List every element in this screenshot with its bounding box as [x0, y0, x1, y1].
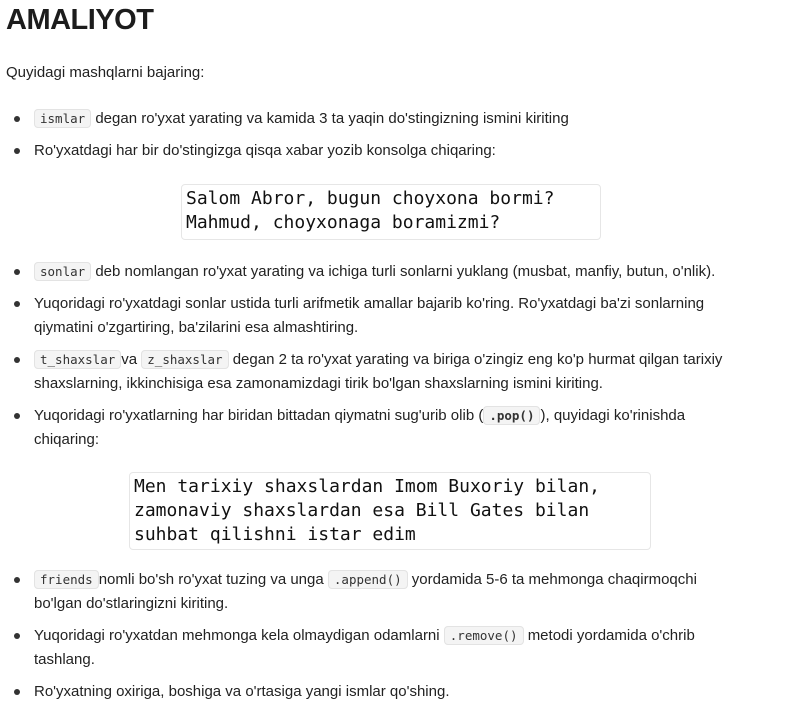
code-line: suhbat qilishni istar edim	[134, 524, 416, 545]
item-text: va	[121, 351, 138, 368]
item-text: Ro'yxatdagi har bir do'stingizga qisqa x…	[34, 142, 496, 159]
item-text: degan 2 ta ro'yxat yarating va biriga o'…	[232, 351, 723, 368]
inline-code: z_shaxslar	[141, 350, 229, 369]
inline-code: friends	[34, 570, 99, 589]
exercise-page: AMALIYOT Quyidagi mashqlarni bajaring: i…	[0, 0, 798, 708]
page-title: AMALIYOT	[6, 4, 154, 36]
list-item: Ro'yxatning oxiriga, boshiga va o'rtasig…	[14, 680, 784, 704]
inline-code: t_shaxslar	[34, 350, 122, 369]
code-line: Men tarixiy shaxslardan Imom Buxoriy bil…	[134, 476, 600, 497]
list-item: Yuqoridagi ro'yxatdagi sonlar ustida tur…	[14, 292, 784, 340]
list-item: Ro'yxatdagi har bir do'stingizga qisqa x…	[14, 139, 784, 163]
item-text: chiqaring:	[34, 431, 100, 448]
inline-code: .pop()	[483, 406, 541, 425]
item-text: yordamida 5-6 ta mehmonga chaqirmoqchi	[411, 571, 697, 588]
code-block: Salom Abror, bugun choyxona bormi? Mahmud…	[181, 184, 601, 240]
item-text: Yuqoridagi ro'yxatlarning har biridan bi…	[34, 407, 484, 424]
code-line: zamonaviy shaxslardan esa Bill Gates bil…	[134, 500, 590, 521]
list-item: ismlar degan ro'yxat yarating va kamida …	[14, 107, 784, 131]
inline-code: sonlar	[34, 262, 92, 281]
list-item: sonlar deb nomlangan ro'yxat yarating va…	[14, 260, 784, 284]
list-item: Yuqoridagi ro'yxatlarning har biridan bi…	[14, 404, 784, 452]
inline-code: .remove()	[443, 626, 524, 645]
list-item: friends nomli bo'sh ro'yxat tuzing va ung…	[14, 568, 784, 616]
item-text: Yuqoridagi ro'yxatdagi sonlar ustida tur…	[34, 295, 705, 312]
inline-code: .append()	[327, 570, 408, 589]
item-text: shaxslarning, ikkinchisiga esa zamonamiz…	[34, 375, 603, 392]
item-text: ), quyidagi ko'rinishda	[540, 407, 686, 424]
intro-text: Quyidagi mashqlarni bajaring:	[6, 64, 205, 81]
item-text: tashlang.	[34, 651, 95, 668]
item-text: nomli bo'sh ro'yxat tuzing va unga	[98, 571, 324, 588]
item-text: qiymatini o'zgartiring, ba'zilarini esa …	[34, 319, 359, 336]
inline-code: ismlar	[34, 109, 92, 128]
code-line: Mahmud, choyxonaga boramizmi?	[186, 212, 501, 233]
item-text: Yuqoridagi ro'yxatdan mehmonga kela olma…	[34, 627, 440, 644]
item-text: metodi yordamida o'chrib	[527, 627, 695, 644]
code-block: Men tarixiy shaxslardan Imom Buxoriy bil…	[129, 472, 651, 550]
item-text: degan ro'yxat yarating va kamida 3 ta ya…	[95, 110, 569, 127]
item-text: deb nomlangan ro'yxat yarating va ichiga…	[95, 263, 716, 280]
code-line: Salom Abror, bugun choyxona bormi?	[186, 188, 555, 209]
item-text: bo'lgan do'stlaringizni kiriting.	[34, 595, 229, 612]
list-item: Yuqoridagi ro'yxatdan mehmonga kela olma…	[14, 624, 784, 672]
list-item: t_shaxslar va z_shaxslar degan 2 ta ro'yx…	[14, 348, 784, 396]
item-text: Ro'yxatning oxiriga, boshiga va o'rtasig…	[34, 683, 450, 700]
